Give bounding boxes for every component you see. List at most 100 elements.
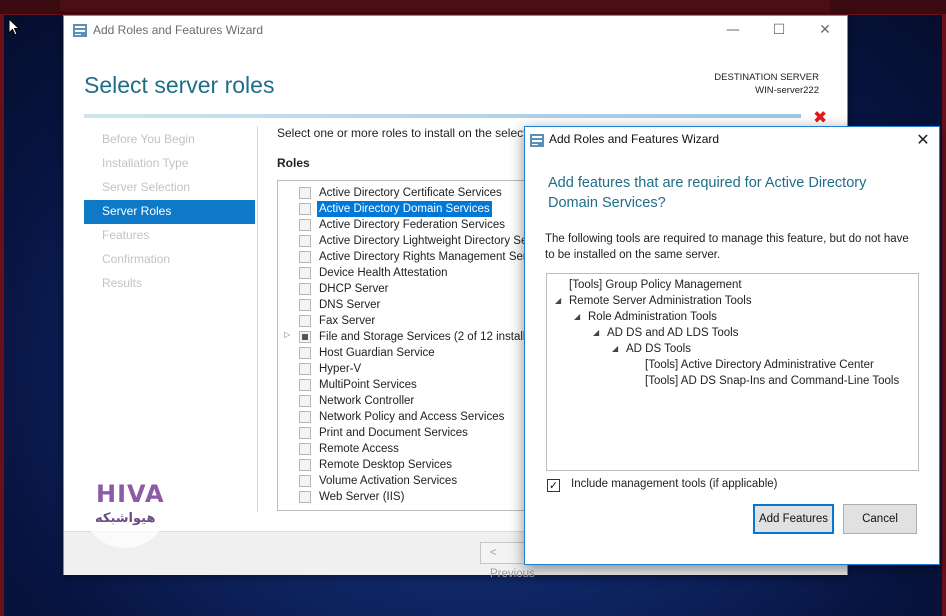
nav-item[interactable]: Features <box>84 224 255 248</box>
minimize-icon[interactable]: — <box>710 16 756 46</box>
tree-item-label: [Tools] AD DS Snap-Ins and Command-Line … <box>645 375 900 387</box>
role-row[interactable]: Active Directory Lightweight Directory S… <box>278 233 538 249</box>
dialog-title-bar[interactable]: Add Roles and Features Wizard ✕ <box>525 127 939 153</box>
role-checkbox[interactable] <box>299 411 311 423</box>
nav-divider <box>257 126 258 512</box>
role-checkbox[interactable] <box>299 395 311 407</box>
tree-item-label: Role Administration Tools <box>588 311 717 323</box>
role-label: Remote Desktop Services <box>319 459 452 471</box>
nav-item[interactable]: Installation Type <box>84 152 255 176</box>
role-checkbox[interactable] <box>299 187 311 199</box>
nav-item[interactable]: Results <box>84 272 255 296</box>
role-label: Host Guardian Service <box>319 347 435 359</box>
destination-label: DESTINATION SERVER <box>714 72 819 83</box>
nav-item[interactable]: Confirmation <box>84 248 255 272</box>
role-checkbox[interactable] <box>299 379 311 391</box>
tree-item[interactable]: ◢ Remote Server Administration Tools <box>555 293 752 309</box>
tree-item[interactable]: [Tools] Active Directory Administrative … <box>645 357 874 373</box>
tree-item[interactable]: ◢ AD DS Tools <box>612 341 691 357</box>
role-checkbox[interactable] <box>299 427 311 439</box>
main-title-bar[interactable]: Add Roles and Features Wizard — ☐ ✕ <box>64 16 847 46</box>
collapse-arrow-icon[interactable]: ◢ <box>593 325 599 341</box>
role-label: Active Directory Federation Services <box>319 219 505 231</box>
watermark-farsi: هیواشبکه <box>95 511 156 526</box>
role-row[interactable]: Network Policy and Access Services <box>278 409 538 425</box>
role-row[interactable]: DHCP Server <box>278 281 538 297</box>
role-checkbox[interactable] <box>299 203 311 215</box>
roles-list[interactable]: Active Directory Certificate Services Act… <box>277 180 539 511</box>
role-row[interactable]: Host Guardian Service <box>278 345 538 361</box>
collapse-arrow-icon[interactable]: ◢ <box>612 341 618 357</box>
tree-item-label: AD DS and AD LDS Tools <box>607 327 739 339</box>
role-row[interactable]: Fax Server <box>278 313 538 329</box>
nav-item[interactable]: Before You Begin <box>84 128 255 152</box>
close-icon[interactable]: ✕ <box>910 127 936 153</box>
role-checkbox[interactable] <box>299 283 311 295</box>
role-row[interactable]: Print and Document Services <box>278 425 538 441</box>
tree-item[interactable]: ◢ AD DS and AD LDS Tools <box>593 325 739 341</box>
role-label: Volume Activation Services <box>319 475 458 487</box>
nav-item[interactable]: Server Selection <box>84 176 255 200</box>
role-row[interactable]: DNS Server <box>278 297 538 313</box>
role-row[interactable]: Volume Activation Services <box>278 473 538 489</box>
add-features-button[interactable]: Add Features <box>753 504 834 534</box>
role-row[interactable]: Active Directory Domain Services <box>278 201 538 217</box>
role-checkbox[interactable] <box>299 251 311 263</box>
role-checkbox[interactable] <box>299 363 311 375</box>
role-checkbox[interactable] <box>299 459 311 471</box>
mouse-cursor-icon <box>8 18 20 36</box>
collapse-arrow-icon[interactable]: ◢ <box>555 293 561 309</box>
role-label: Hyper-V <box>319 363 362 375</box>
role-checkbox[interactable] <box>299 219 311 231</box>
role-checkbox[interactable] <box>299 475 311 487</box>
role-checkbox[interactable] <box>299 267 311 279</box>
role-label: Device Health Attestation <box>319 267 448 279</box>
role-row[interactable]: MultiPoint Services <box>278 377 538 393</box>
role-row[interactable]: Device Health Attestation <box>278 265 538 281</box>
role-label: Remote Access <box>319 443 399 455</box>
dialog-title: Add Roles and Features Wizard <box>549 132 720 146</box>
role-label: MultiPoint Services <box>319 379 417 391</box>
cancel-button[interactable]: Cancel <box>843 504 917 534</box>
role-row[interactable]: Network Controller <box>278 393 538 409</box>
tree-item-label: [Tools] Group Policy Management <box>569 279 742 291</box>
role-checkbox[interactable] <box>299 443 311 455</box>
role-row[interactable]: Hyper-V <box>278 361 538 377</box>
collapse-arrow-icon[interactable]: ◢ <box>574 309 580 325</box>
main-window-title: Add Roles and Features Wizard <box>93 23 264 37</box>
role-checkbox[interactable] <box>299 235 311 247</box>
add-features-dialog: Add Roles and Features Wizard ✕ Add feat… <box>524 126 940 565</box>
role-row[interactable]: Active Directory Federation Services <box>278 217 538 233</box>
required-features-tree[interactable]: [Tools] Group Policy Management ◢ Remote S… <box>546 273 919 471</box>
destination-server: DESTINATION SERVER WIN-server222 <box>714 71 819 97</box>
role-row[interactable]: Active Directory Rights Management Servi… <box>278 249 538 265</box>
tree-item[interactable]: ◢ Role Administration Tools <box>574 309 717 325</box>
include-tools-checkbox[interactable]: ✓ <box>547 479 560 492</box>
role-row[interactable]: Remote Desktop Services <box>278 457 538 473</box>
role-label: Active Directory Domain Services <box>317 201 492 217</box>
tree-item[interactable]: [Tools] AD DS Snap-Ins and Command-Line … <box>645 373 899 389</box>
close-icon[interactable]: ✕ <box>802 16 848 46</box>
tree-item-label: [Tools] Active Directory Administrative … <box>645 359 874 371</box>
nav-item[interactable]: Server Roles <box>84 200 255 224</box>
role-row[interactable]: Web Server (IIS) <box>278 489 538 505</box>
role-label: Fax Server <box>319 315 376 327</box>
role-checkbox[interactable] <box>299 299 311 311</box>
tree-item[interactable]: [Tools] Group Policy Management <box>569 277 742 293</box>
dialog-heading: Add features that are required for Activ… <box>548 175 867 211</box>
server-manager-icon <box>530 134 544 147</box>
role-label: Active Directory Certificate Services <box>319 187 502 199</box>
top-window-strip <box>0 0 946 15</box>
role-checkbox[interactable] <box>299 315 311 327</box>
role-row[interactable]: Active Directory Certificate Services <box>278 185 538 201</box>
role-checkbox[interactable] <box>299 331 311 343</box>
server-manager-icon <box>73 24 87 37</box>
maximize-icon[interactable]: ☐ <box>756 16 802 46</box>
role-row[interactable]: ▷ File and Storage Services (2 of 12 inst… <box>278 329 538 345</box>
role-row[interactable]: Remote Access <box>278 441 538 457</box>
right-frame-edge <box>942 14 946 616</box>
role-checkbox[interactable] <box>299 347 311 359</box>
hiva-watermark-logo: HIVA هیواشبکه <box>82 462 168 548</box>
role-checkbox[interactable] <box>299 491 311 503</box>
expand-arrow-icon[interactable]: ▷ <box>284 330 290 339</box>
